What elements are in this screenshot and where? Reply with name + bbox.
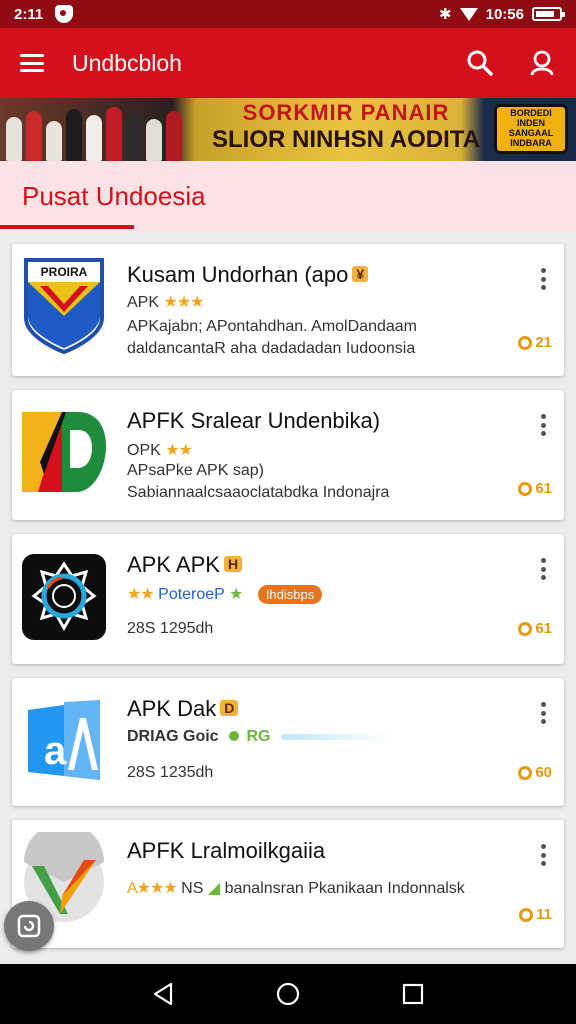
banner-headline: SORKMIR PANAIR SLIOR NINHSN AODITA <box>206 102 486 152</box>
app-meta: OPK ★★ <box>127 440 193 460</box>
ring-icon <box>518 335 533 350</box>
app-card[interactable]: PROIRA Kusam Undorhan (apo ¥ APK ★★★ APKa… <box>12 244 564 376</box>
app-title-text: Kusam Undorhan (apo <box>127 262 349 287</box>
app-badge: D <box>220 700 239 716</box>
app-count: 61 <box>518 480 552 497</box>
app-card[interactable]: a APK Dak D DRIAG Goic RG 28S 1235dh 60 <box>12 678 564 806</box>
back-icon <box>153 982 172 1006</box>
app-title-text: APK Dak <box>127 696 217 721</box>
app-type: OPK <box>127 442 161 459</box>
app-card[interactable]: APK APK H ★★ PoteroeP ★ Ihdisbps 28S 1295… <box>12 534 564 664</box>
section-title: Pusat Undoesia <box>22 181 206 211</box>
more-options-icon[interactable] <box>538 844 548 866</box>
app-title-text: APK APK <box>127 552 220 577</box>
wifi-icon <box>459 7 478 21</box>
status-battery-text: 10:56 <box>485 5 524 23</box>
recents-icon <box>403 983 424 1005</box>
app-desc-2: daldancantaR aha dadadadan Iudoonsia <box>127 340 416 357</box>
app-icon-p <box>22 412 106 492</box>
app-desc-1: APKajabn; APontahdhan. AmolDandaam <box>127 318 417 335</box>
rating-stars: ★★ <box>165 442 193 459</box>
app-icon-text: PROIRA <box>41 265 88 279</box>
rating-stars: ★★ <box>127 586 155 603</box>
recents-button[interactable] <box>393 974 433 1014</box>
promo-banner[interactable]: SORKMIR PANAIR SLIOR NINHSN AODITA BORDE… <box>0 98 576 161</box>
ring-icon <box>519 907 534 922</box>
more-options-icon[interactable] <box>538 558 548 580</box>
ring-icon <box>518 765 533 780</box>
count-value: 61 <box>535 480 552 497</box>
banner-line2: SLIOR NINHSN AODITA <box>212 126 480 153</box>
floating-action-button[interactable] <box>4 901 54 951</box>
app-size: 28S 1295dh <box>127 620 214 637</box>
app-desc-1: APsaPke APK sap) <box>127 462 264 479</box>
app-type: NS <box>181 880 204 897</box>
app-icon-translate: a <box>28 700 100 780</box>
app-badge: ¥ <box>352 266 369 282</box>
app-meta: ★★ PoteroeP ★ Ihdisbps <box>127 584 323 604</box>
ring-icon <box>518 481 533 496</box>
home-button[interactable] <box>268 974 308 1014</box>
section-tab[interactable]: Pusat Undoesia <box>0 161 576 231</box>
home-icon <box>276 982 300 1006</box>
status-bar: 2:11 ✱ 10:56 <box>0 0 576 28</box>
app-icon-camera <box>22 554 106 640</box>
app-title: APFK Lralmoilkgaiia <box>127 838 326 863</box>
app-size: 28S 1235dh <box>127 764 214 781</box>
app-title: Undbcbloh <box>72 49 182 76</box>
menu-icon[interactable] <box>20 54 44 72</box>
search-icon[interactable] <box>466 49 494 77</box>
app-developer: PoteroeP <box>158 586 225 603</box>
app-title: APK APK H <box>127 552 243 578</box>
screenshot-icon <box>17 914 41 938</box>
bluetooth-icon: ✱ <box>439 6 452 23</box>
app-badge: H <box>223 556 243 572</box>
tab-indicator <box>0 225 134 229</box>
app-count: 60 <box>518 764 552 781</box>
app-title: APK Dak D <box>127 696 239 722</box>
ring-icon <box>518 621 533 636</box>
rating-stars: A★★★ <box>127 880 178 897</box>
app-desc-1: banalnsran Pkanikaan Indonnalsk <box>224 880 465 897</box>
count-value: 21 <box>535 334 552 351</box>
app-type: APK <box>127 294 160 311</box>
green-label: RG <box>246 728 271 745</box>
app-desc-2: Sabiannaalcsaaoclatabdka Indonajra <box>127 484 390 501</box>
app-bar: Undbcbloh <box>0 28 576 98</box>
app-title: APFK Sralear Undenbika) <box>127 408 381 433</box>
banner-badge: BORDEDI INDEN SANGAAL INDBARA <box>494 104 568 154</box>
more-options-icon[interactable] <box>538 268 548 290</box>
battery-icon <box>532 7 565 21</box>
app-card[interactable]: APFK Sralear Undenbika) OPK ★★ APsaPke A… <box>12 390 564 520</box>
signal-icon: ◢ <box>207 880 221 897</box>
rating-stars: ★★★ <box>163 294 204 311</box>
app-title: Kusam Undorhan (apo ¥ <box>127 262 369 288</box>
status-time: 2:11 <box>14 5 44 23</box>
progress-bar <box>280 733 391 740</box>
back-button[interactable] <box>143 974 183 1014</box>
app-count: 61 <box>518 620 552 637</box>
app-card[interactable]: APFK Lralmoilkgaiia A★★★ NS ◢ banalnsran… <box>12 820 564 948</box>
app-count: 21 <box>518 334 552 351</box>
shield-icon <box>55 5 74 23</box>
app-count: 11 <box>519 906 552 923</box>
navigation-bar <box>0 964 576 1024</box>
app-icon-proira: PROIRA <box>24 258 104 355</box>
svg-text:a: a <box>44 729 67 773</box>
count-value: 11 <box>536 906 552 923</box>
app-meta: APK ★★★ <box>127 292 205 312</box>
account-icon[interactable] <box>528 49 556 77</box>
app-meta: DRIAG Goic RG <box>127 728 391 746</box>
banner-photo <box>0 98 196 161</box>
green-star: ★ <box>229 586 244 603</box>
android-icon <box>229 731 240 741</box>
app-type: DRIAG Goic <box>127 728 219 745</box>
more-options-icon[interactable] <box>538 702 548 724</box>
more-options-icon[interactable] <box>538 414 548 436</box>
category-pill: Ihdisbps <box>257 585 323 604</box>
count-value: 60 <box>535 764 552 781</box>
count-value: 61 <box>535 620 552 637</box>
banner-line1: SORKMIR PANAIR <box>242 100 450 125</box>
app-meta: A★★★ NS ◢ banalnsran Pkanikaan Indonnals… <box>127 878 465 898</box>
